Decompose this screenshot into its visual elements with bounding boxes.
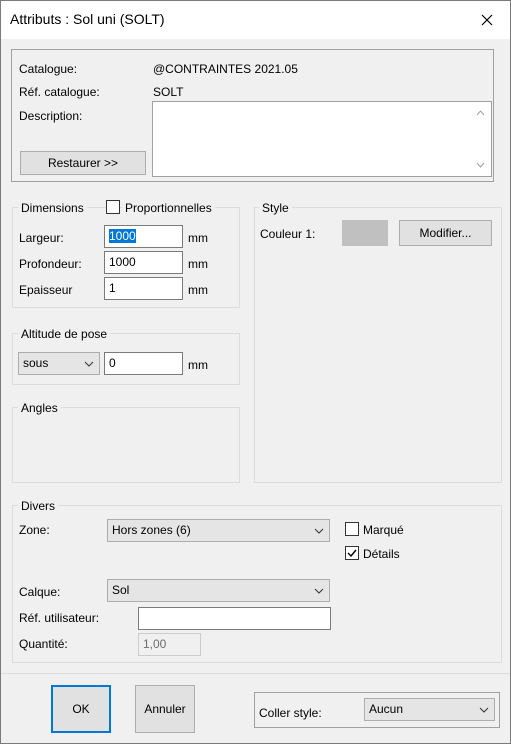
layer-label: Calque:: [19, 585, 61, 599]
width-unit: mm: [188, 231, 208, 245]
user-ref-label: Réf. utilisateur:: [19, 611, 100, 625]
altitude-input[interactable]: 0: [104, 352, 183, 375]
proportional-label: Proportionnelles: [122, 201, 215, 215]
close-icon: [481, 14, 493, 26]
paste-style-value: Aucun: [369, 702, 404, 716]
quantity-input: 1,00: [138, 633, 201, 656]
depth-value: 1000: [109, 255, 136, 269]
depth-input[interactable]: 1000: [104, 251, 183, 274]
catalogue-label: Catalogue:: [19, 62, 78, 76]
details-label: Détails: [363, 547, 400, 561]
color-label: Couleur 1:: [260, 227, 316, 241]
user-ref-input[interactable]: [138, 607, 331, 630]
width-value: 1000: [109, 229, 136, 243]
divers-legend: Divers: [18, 499, 59, 513]
details-checkbox[interactable]: [345, 546, 359, 560]
checkmark-icon: [347, 549, 357, 558]
restore-button[interactable]: Restaurer >>: [20, 151, 146, 175]
ref-catalogue-value: SOLT: [153, 85, 184, 99]
dimensions-legend: Dimensions: [18, 201, 87, 215]
modify-color-button[interactable]: Modifier...: [399, 220, 492, 246]
footer-separator: [1, 673, 510, 674]
scroll-up-icon[interactable]: [476, 110, 485, 116]
quantity-value: 1,00: [143, 637, 167, 651]
width-label: Largeur:: [19, 231, 64, 245]
scroll-down-icon[interactable]: [476, 162, 485, 168]
cancel-button[interactable]: Annuler: [135, 685, 195, 733]
thickness-input[interactable]: 1: [104, 277, 183, 300]
proportional-checkbox[interactable]: [106, 200, 120, 214]
chevron-down-icon: [314, 588, 324, 594]
zone-label: Zone:: [19, 523, 50, 537]
altitude-legend: Altitude de pose: [18, 327, 111, 341]
chevron-down-icon: [84, 361, 94, 367]
chevron-down-icon: [479, 707, 489, 713]
width-input[interactable]: 1000: [104, 225, 183, 248]
marked-checkbox[interactable]: [345, 522, 359, 536]
title-bar: Attributs : Sol uni (SOLT): [1, 1, 510, 39]
window-title: Attributs : Sol uni (SOLT): [10, 11, 165, 27]
quantity-label: Quantité:: [19, 637, 68, 651]
altitude-mode-value: sous: [23, 356, 49, 370]
style-legend: Style: [259, 201, 292, 215]
layer-select[interactable]: Sol: [107, 579, 330, 602]
ref-catalogue-label: Réf. catalogue:: [19, 85, 100, 99]
thickness-value: 1: [109, 281, 116, 295]
catalogue-value: @CONTRAINTES 2021.05: [153, 62, 298, 76]
chevron-down-icon: [314, 528, 324, 534]
depth-unit: mm: [188, 257, 208, 271]
angles-legend: Angles: [18, 401, 61, 415]
attributes-dialog: Attributs : Sol uni (SOLT) Catalogue: @C…: [0, 0, 511, 744]
description-label: Description:: [19, 109, 83, 123]
zone-select[interactable]: Hors zones (6): [107, 519, 330, 542]
color-swatch[interactable]: [342, 220, 388, 246]
close-button[interactable]: [464, 1, 510, 39]
altitude-mode-select[interactable]: sous: [18, 352, 100, 375]
depth-label: Profondeur:: [19, 257, 82, 271]
marked-label: Marqué: [363, 523, 404, 537]
paste-style-select[interactable]: Aucun: [364, 698, 495, 721]
altitude-value: 0: [109, 356, 116, 370]
layer-value: Sol: [112, 583, 130, 597]
ok-button[interactable]: OK: [51, 685, 111, 733]
thickness-unit: mm: [188, 283, 208, 297]
thickness-label: Epaisseur: [19, 283, 73, 297]
angles-group: [12, 407, 240, 483]
altitude-unit: mm: [188, 358, 208, 372]
paste-style-label: Coller style:: [259, 706, 322, 720]
description-textarea[interactable]: [152, 101, 492, 177]
style-group: [254, 207, 502, 483]
zone-value: Hors zones (6): [112, 523, 191, 537]
